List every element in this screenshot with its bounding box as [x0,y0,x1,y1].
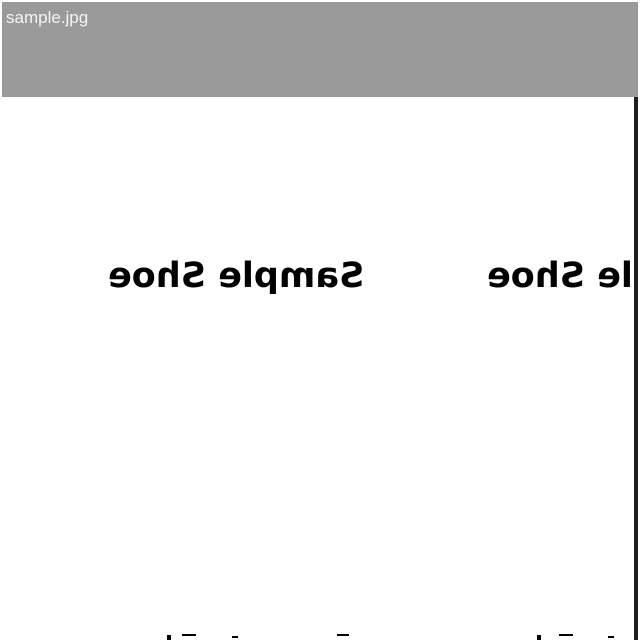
mirrored-label-1: Sample Shoe [108,256,365,296]
window-title: sample.jpg [6,8,89,27]
mirrored-label-2: Sample Shoe [487,256,634,296]
image-viewer-window: sample.jpg Sample Shoe Sample Shoe [0,0,640,640]
title-bar[interactable]: sample.jpg [2,2,638,97]
bottom-cropped-glyphs [2,633,634,640]
image-canvas[interactable]: Sample Shoe Sample Shoe [2,97,634,640]
